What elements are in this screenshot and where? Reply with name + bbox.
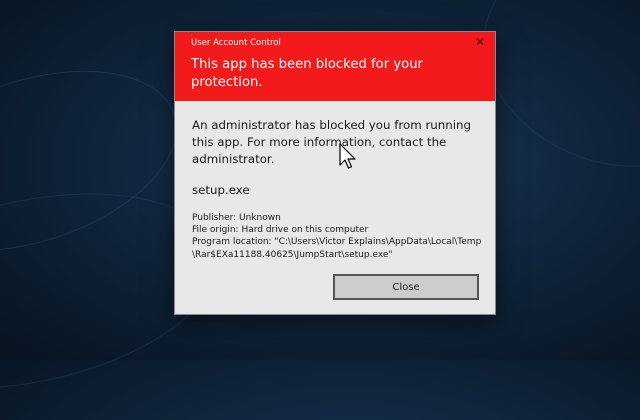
blocked-message: An administrator has blocked you from ru… bbox=[192, 118, 471, 166]
program-location-line1: Program location: "C:\Users\Victor Expla… bbox=[192, 237, 482, 248]
program-location-line2: \Rar$EXa11188.40625\JumpStart\setup.exe" bbox=[192, 249, 393, 260]
dialog-header: User Account Control ✕ This app has been… bbox=[175, 32, 495, 101]
dialog-headline: This app has been blocked for your prote… bbox=[191, 57, 423, 90]
close-button[interactable]: Close bbox=[333, 274, 479, 300]
app-details: Publisher: Unknown File origin: Hard dri… bbox=[192, 212, 490, 261]
window-title: User Account Control bbox=[191, 38, 281, 48]
mouse-pointer-icon bbox=[339, 143, 356, 169]
app-name: setup.exe bbox=[192, 183, 250, 197]
close-icon[interactable]: ✕ bbox=[475, 35, 485, 49]
uac-dialog: User Account Control ✕ This app has been… bbox=[174, 31, 496, 315]
file-origin-text: File origin: Hard drive on this computer bbox=[192, 225, 369, 236]
publisher-text: Publisher: Unknown bbox=[192, 213, 281, 223]
